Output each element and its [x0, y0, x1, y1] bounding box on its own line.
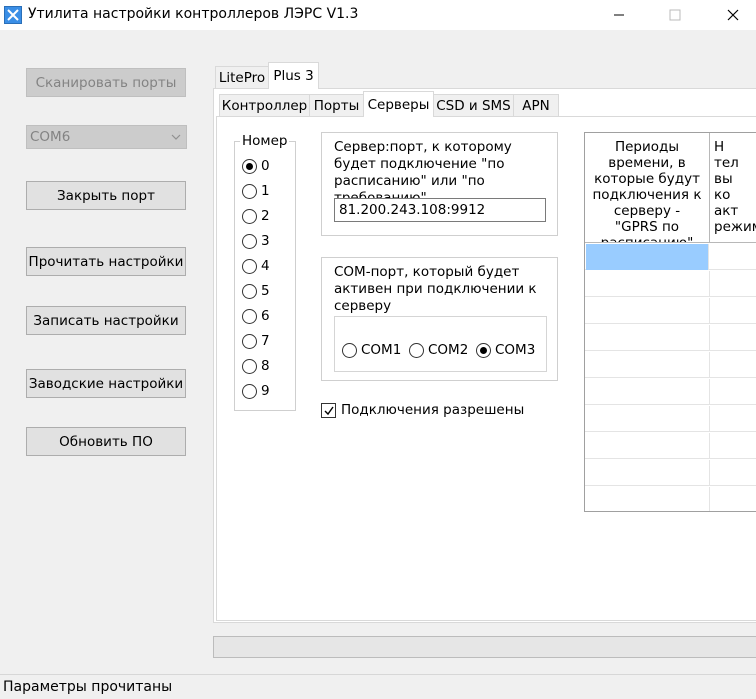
table-row[interactable]: [585, 325, 756, 351]
status-bar: Параметры прочитаны: [0, 674, 756, 699]
grid-cell[interactable]: [585, 406, 710, 432]
radio-button[interactable]: [242, 158, 257, 174]
scan-ports-button[interactable]: Сканировать порты: [26, 68, 186, 97]
radio-button[interactable]: [242, 233, 257, 249]
radio-button[interactable]: [242, 358, 257, 374]
tab-apn[interactable]: APN: [513, 94, 559, 116]
number-radio-1[interactable]: 1: [242, 183, 270, 199]
update-firmware-button[interactable]: Обновить ПО: [26, 427, 186, 456]
com-label: COM3: [495, 342, 536, 358]
table-row[interactable]: [585, 406, 756, 432]
title-bar: Утилита настройки контроллеров ЛЭРС V1.3: [0, 0, 756, 30]
app-tools-icon: [4, 6, 22, 24]
grid-cell-selected[interactable]: [586, 244, 709, 270]
number-label: 4: [261, 258, 270, 274]
grid-cell[interactable]: [585, 298, 710, 324]
connections-allowed-label[interactable]: Подключения разрешены: [341, 402, 524, 418]
server-port-title: Сервер:порт, к которому будет подключени…: [334, 139, 512, 206]
com-port-title: COM-порт, который будет активен при подк…: [334, 264, 537, 314]
tab-controller[interactable]: Контроллер: [219, 94, 310, 116]
radio-button[interactable]: [476, 342, 491, 358]
table-row[interactable]: [585, 298, 756, 324]
grid-header-periods: Периоды времени, в которые будут подключ…: [585, 133, 710, 243]
number-radio-9[interactable]: 9: [242, 383, 270, 399]
grid-cell[interactable]: [710, 244, 756, 270]
tab-servers[interactable]: Серверы: [363, 91, 434, 117]
status-text: Параметры прочитаны: [3, 679, 173, 695]
maximize-button[interactable]: [652, 0, 698, 30]
close-port-button[interactable]: Закрыть порт: [26, 181, 186, 210]
table-row[interactable]: [585, 460, 756, 486]
grid-cell[interactable]: [585, 379, 710, 405]
number-radio-4[interactable]: 4: [242, 258, 270, 274]
com-port-groupbox: COM-порт, который будет активен при подк…: [321, 257, 558, 381]
table-row[interactable]: [585, 352, 756, 378]
progress-bar: [213, 636, 756, 658]
number-groupbox-title: Номер: [240, 133, 290, 149]
close-window-button[interactable]: [710, 0, 756, 30]
number-label: 6: [261, 308, 270, 324]
port-combobox[interactable]: COM6: [26, 125, 187, 149]
grid-cell[interactable]: [585, 460, 710, 486]
radio-button[interactable]: [342, 342, 357, 358]
server-port-input[interactable]: 81.200.243.108:9912: [334, 198, 546, 222]
write-settings-button[interactable]: Записать настройки: [26, 306, 186, 335]
tab-litepro[interactable]: LitePro: [215, 66, 269, 88]
table-row[interactable]: [585, 433, 756, 459]
number-radio-5[interactable]: 5: [242, 283, 270, 299]
grid-cell[interactable]: [585, 433, 710, 459]
window-title: Утилита настройки контроллеров ЛЭРС V1.3: [28, 6, 359, 22]
radio-button[interactable]: [242, 208, 257, 224]
number-radio-7[interactable]: 7: [242, 333, 270, 349]
number-label: 9: [261, 383, 270, 399]
number-label: 2: [261, 208, 270, 224]
factory-settings-button[interactable]: Заводские настройки: [26, 369, 186, 398]
checkmark-icon: [324, 406, 334, 416]
grid-cell[interactable]: [585, 271, 710, 297]
number-label: 8: [261, 358, 270, 374]
number-label: 7: [261, 333, 270, 349]
number-label: 1: [261, 183, 270, 199]
number-radio-0[interactable]: 0: [242, 158, 270, 174]
radio-button[interactable]: [242, 258, 257, 274]
radio-button[interactable]: [242, 283, 257, 299]
number-radio-6[interactable]: 6: [242, 308, 270, 324]
grid-cell[interactable]: [585, 487, 710, 511]
grid-cell[interactable]: [585, 325, 710, 351]
number-radio-2[interactable]: 2: [242, 208, 270, 224]
com-radio-2[interactable]: COM2: [409, 342, 468, 358]
number-radio-8[interactable]: 8: [242, 358, 270, 374]
com-radio-1[interactable]: COM1: [342, 342, 401, 358]
com-label: COM2: [428, 342, 469, 358]
tab-ports[interactable]: Порты: [309, 94, 364, 116]
radio-button[interactable]: [242, 333, 257, 349]
number-radio-3[interactable]: 3: [242, 233, 270, 249]
radio-button[interactable]: [242, 308, 257, 324]
read-settings-button[interactable]: Прочитать настройки: [26, 247, 186, 276]
radio-button[interactable]: [242, 183, 257, 199]
number-label: 3: [261, 233, 270, 249]
table-row[interactable]: [585, 244, 756, 270]
grid-header-col2: Н тел вы ко акт режим: [710, 133, 756, 243]
chevron-down-icon: [171, 134, 181, 140]
com-label: COM1: [361, 342, 402, 358]
com-radio-3[interactable]: COM3: [476, 342, 535, 358]
port-selected-value: COM6: [30, 129, 71, 145]
number-label: 5: [261, 283, 270, 299]
connections-allowed-checkbox[interactable]: [321, 403, 336, 418]
number-label: 0: [261, 158, 270, 174]
tab-csd-sms[interactable]: CSD и SMS: [433, 94, 514, 116]
minimize-button[interactable]: [596, 0, 642, 30]
grid-cell[interactable]: [585, 352, 710, 378]
table-row[interactable]: [585, 379, 756, 405]
schedule-grid[interactable]: Периоды времени, в которые будут подключ…: [584, 132, 756, 512]
table-row[interactable]: [585, 487, 756, 511]
table-row[interactable]: [585, 271, 756, 297]
tab-plus3[interactable]: Plus 3: [268, 62, 319, 89]
radio-button[interactable]: [242, 383, 257, 399]
radio-button[interactable]: [409, 342, 424, 358]
